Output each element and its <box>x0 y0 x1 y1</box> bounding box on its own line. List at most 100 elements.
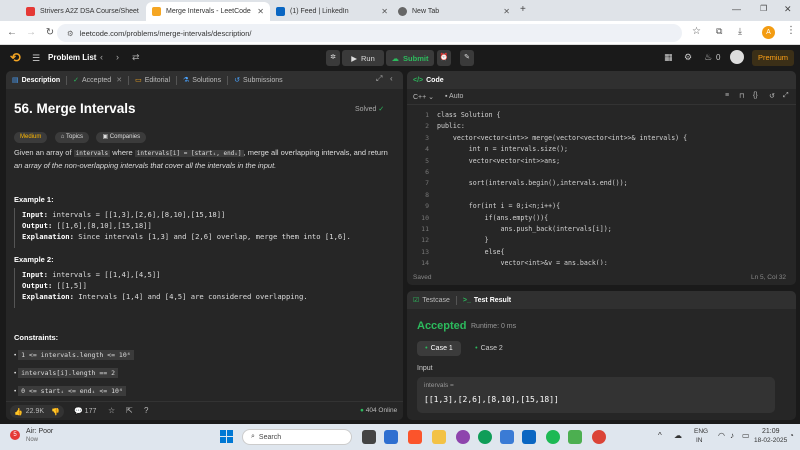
premium-button[interactable]: Premium <box>752 50 794 66</box>
chrome-icon[interactable] <box>592 430 606 444</box>
online-dot-icon: ● <box>360 407 364 414</box>
expand-icon[interactable]: ⤢ <box>376 74 382 84</box>
close-icon[interactable]: ✕ <box>139 7 144 16</box>
problem-list-link[interactable]: Problem List <box>48 53 96 62</box>
weather-icon[interactable]: 5 <box>10 430 20 440</box>
bookmark-star-icon[interactable]: ☆ <box>692 26 701 37</box>
case-1-button[interactable]: • Case 1 <box>417 341 461 356</box>
thumbs-down-icon[interactable]: 👎 <box>51 408 60 416</box>
companies-chip[interactable]: ▣ Companies <box>96 132 147 143</box>
notes-button[interactable]: ✎ <box>460 50 474 66</box>
file-explorer-icon[interactable] <box>432 430 446 444</box>
language-indicator[interactable]: ENG <box>694 428 708 435</box>
app-icon[interactable] <box>500 430 514 444</box>
browser-tab-linkedin[interactable]: (1) Feed | LinkedIn ✕ <box>270 2 394 21</box>
star-icon[interactable]: ☆ <box>108 406 115 415</box>
lock-icon: ▣ <box>102 134 110 140</box>
run-button[interactable]: ▶ Run <box>342 50 384 66</box>
edge-icon[interactable] <box>478 430 492 444</box>
leetcode-logo-icon[interactable]: ⟲ <box>10 50 21 66</box>
like-button[interactable]: 👍 22.9K 👎 <box>10 405 64 418</box>
user-avatar[interactable] <box>730 50 744 64</box>
maximize-button[interactable]: ❐ <box>760 4 767 13</box>
prev-problem-icon[interactable]: ‹ <box>100 52 103 62</box>
code-editor[interactable]: 1 class Solution {2 public: 3 vector<vector… <box>407 110 796 265</box>
reload-icon[interactable]: ↻ <box>43 27 57 38</box>
cloud-icon[interactable]: ☁ <box>674 431 682 440</box>
spotify-icon[interactable] <box>546 430 560 444</box>
comments-button[interactable]: 💬 177 <box>74 407 96 415</box>
line-number: 2 <box>425 122 429 131</box>
line-number: 10 <box>421 213 429 222</box>
app-icon[interactable] <box>384 430 398 444</box>
app-icon[interactable] <box>456 430 470 444</box>
app-icon[interactable] <box>522 430 536 444</box>
task-view-icon[interactable] <box>362 430 376 444</box>
close-icon[interactable]: ✕ <box>116 76 122 84</box>
new-tab-button[interactable]: + <box>520 4 526 15</box>
clock-time[interactable]: 21:09 <box>762 428 780 435</box>
browser-tab-striver[interactable]: Strivers A2Z DSA Course/Sheet ✕ <box>20 2 144 21</box>
code-line: 12 } <box>407 235 796 246</box>
tab-editorial[interactable]: ▭ Editorial <box>135 76 170 85</box>
taskbar-search[interactable]: ⌕ Search <box>242 429 352 445</box>
tab-code[interactable]: </> Code <box>413 77 444 84</box>
submit-label: Submit <box>403 53 429 63</box>
extensions-icon[interactable]: ⧉ <box>716 26 722 37</box>
collapse-icon[interactable]: ‹ <box>390 74 393 83</box>
difficulty-chip[interactable]: Medium <box>14 132 48 143</box>
tab-testcase[interactable]: ☑ Testcase <box>413 296 450 305</box>
share-icon[interactable]: ⇱ <box>126 406 133 415</box>
next-problem-icon[interactable]: › <box>116 52 119 62</box>
tab-solutions[interactable]: ⚗ Solutions <box>183 76 221 85</box>
wifi-icon[interactable]: ◠ <box>718 431 725 440</box>
auto-toggle[interactable]: ▪ Auto <box>445 93 463 100</box>
brave-icon[interactable] <box>408 430 422 444</box>
tab-submissions[interactable]: ↺ Submissions <box>234 76 283 85</box>
menu-icon[interactable]: ⋮ <box>786 25 796 36</box>
app-icon[interactable] <box>568 430 582 444</box>
chip-label: Companies <box>109 134 141 140</box>
forward-icon[interactable]: → <box>24 27 38 38</box>
browser-tab-newtab[interactable]: New Tab ✕ <box>392 2 516 21</box>
fullscreen-icon[interactable]: ⤢ <box>783 92 789 100</box>
browser-tab-leetcode[interactable]: Merge Intervals - LeetCode ✕ <box>146 2 270 21</box>
braces-icon[interactable]: {} <box>753 92 758 99</box>
volume-icon[interactable]: ♪ <box>730 431 734 440</box>
settings-gear-icon[interactable]: ⚙ <box>684 52 692 63</box>
case-2-button[interactable]: • Case 2 <box>467 341 511 356</box>
topics-chip[interactable]: ⌂ Topics <box>54 132 89 143</box>
close-window-button[interactable]: ✕ <box>784 4 792 15</box>
timer-button[interactable]: ⏰ <box>437 50 451 66</box>
profile-avatar[interactable]: A <box>762 26 775 39</box>
tab-test-result[interactable]: >_ Test Result <box>463 297 511 304</box>
close-icon[interactable]: ✕ <box>375 7 388 16</box>
format-icon[interactable]: ≡ <box>725 92 729 99</box>
tab-accepted[interactable]: ✓ Accepted ✕ <box>73 76 122 85</box>
battery-icon[interactable]: ▭ <box>742 431 750 440</box>
help-icon[interactable]: ? <box>144 406 148 415</box>
language-select[interactable]: C++ ⌄ <box>413 93 434 101</box>
reset-icon[interactable]: ↺ <box>769 92 775 100</box>
close-icon[interactable]: ✕ <box>497 7 510 16</box>
chevron-up-icon[interactable]: ^ <box>658 431 662 440</box>
back-icon[interactable]: ← <box>5 27 19 38</box>
tab-description[interactable]: ▤ Description <box>12 76 60 85</box>
site-info-icon[interactable]: ⚙ <box>67 29 74 38</box>
minimize-button[interactable]: — <box>732 4 741 14</box>
case-label: Case 1 <box>430 345 453 352</box>
downloads-icon[interactable]: ⤓ <box>738 26 742 37</box>
shuffle-icon[interactable]: ⇄ <box>132 52 140 63</box>
notification-icon[interactable]: ◔ <box>789 431 794 440</box>
fire-icon[interactable]: ♨ <box>704 52 712 63</box>
close-icon[interactable]: ✕ <box>251 7 264 16</box>
bookmark-icon[interactable]: ⊓ <box>739 92 744 100</box>
submit-button[interactable]: ☁ Submit <box>386 50 434 66</box>
url-field[interactable]: ⚙ leetcode.com/problems/merge-intervals/… <box>57 24 682 42</box>
layout-icon[interactable]: ▦ <box>664 52 673 63</box>
statement-text: an array of the non-overlapping interval… <box>14 161 277 170</box>
debug-button[interactable]: ✲ <box>326 50 340 66</box>
address-bar-row: ← → ↻ ⚙ leetcode.com/problems/merge-inte… <box>0 21 800 45</box>
check-icon: ✓ <box>73 77 80 84</box>
windows-start-icon[interactable] <box>220 430 234 444</box>
